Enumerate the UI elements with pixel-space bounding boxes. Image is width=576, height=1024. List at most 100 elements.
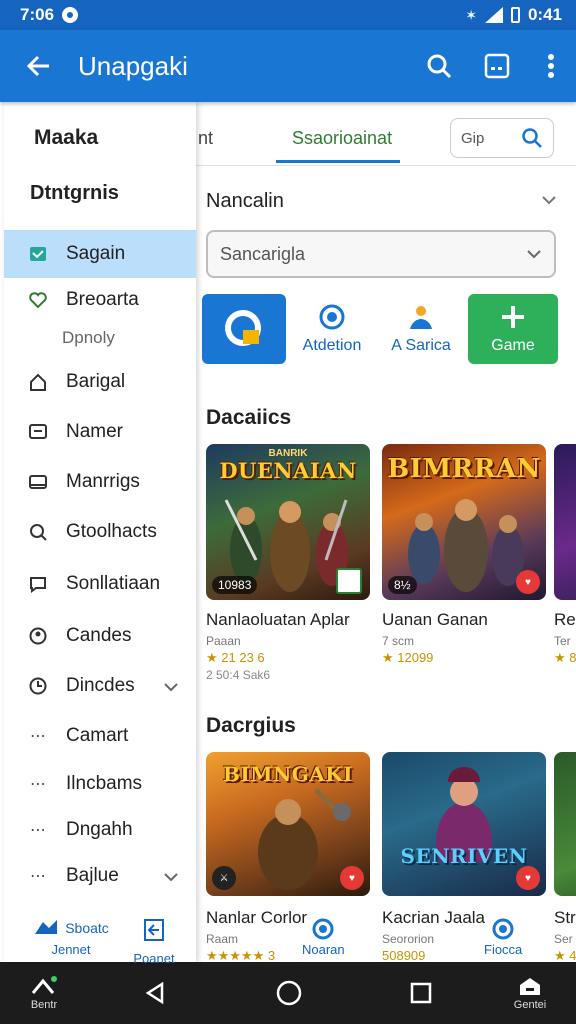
card-rating: ★ 21 23 6: [206, 650, 265, 665]
plus-icon: [502, 306, 524, 328]
game-card[interactable]: Re Ter ★ 8: [554, 444, 576, 666]
people-icon: [410, 306, 432, 329]
game-card[interactable]: BANRIK DUENAIAN 10983 Nanlaoluatan Aplar…: [206, 444, 370, 682]
tab-left[interactable]: nt: [198, 128, 213, 149]
search-button[interactable]: [410, 30, 468, 102]
nav-left-label: Bentr: [30, 999, 58, 1011]
publisher-logo-icon: [336, 568, 362, 594]
nav-left-button[interactable]: Bentr: [16, 962, 72, 1024]
drawer-item-4[interactable]: Manrrigs: [4, 458, 196, 506]
nav-right-label: Gentei: [513, 999, 547, 1011]
back-arrow-icon: [26, 55, 49, 77]
drawer-item-9[interactable]: ⋯ Camart: [4, 712, 196, 760]
nav-home-button[interactable]: [272, 962, 306, 1024]
favorite-icon[interactable]: ♥: [340, 866, 364, 890]
map-icon: [35, 920, 58, 934]
drawer-item-11[interactable]: ⋯ Dngahh: [4, 806, 196, 854]
card-extra: 2 50:4 Sak6: [206, 668, 271, 682]
exit-icon: [144, 919, 164, 941]
drawer-item-12[interactable]: ⋯ Bajlue: [4, 852, 196, 900]
card-title: Nanlar Corlor: [206, 908, 308, 927]
dots-icon: ⋯: [30, 776, 46, 793]
search-plus-icon: [28, 522, 48, 542]
section-b-action-right[interactable]: Fiocca: [484, 918, 522, 957]
drawer-item-5[interactable]: Gtoolhacts: [4, 508, 196, 556]
tab-bar: nt Ssaorioainat Gip: [196, 102, 576, 166]
card-rating: ★★★★★ 3: [206, 948, 276, 962]
drawer-item-7[interactable]: Candes: [4, 612, 196, 660]
drawer-item-10[interactable]: ⋯ Ilncbams: [4, 760, 196, 808]
inbox-icon: [28, 244, 48, 264]
window-button[interactable]: [468, 30, 526, 102]
nav-recents-button[interactable]: [406, 962, 436, 1024]
tab-search-box[interactable]: Gip: [450, 118, 554, 158]
search-refresh-icon: [225, 310, 261, 346]
drawer-item-0[interactable]: Sagain: [4, 230, 196, 278]
recents-square-icon: [410, 982, 432, 1004]
chevron-down-icon: [527, 250, 541, 259]
card-rating: ★ 4: [554, 948, 576, 962]
game-cover-image: [554, 444, 576, 600]
search-icon: [427, 54, 452, 79]
action-label: Fiocca: [484, 942, 523, 957]
game-cover-image: BANRIK DUENAIAN 10983: [206, 444, 370, 600]
quick-action-game[interactable]: Game: [468, 294, 558, 364]
game-cover-image: BIMNGAKI ⚔ ♥: [206, 752, 370, 896]
card-badge: 10983: [212, 576, 258, 594]
dots-icon: ⋯: [30, 868, 46, 885]
card-title: Nanlaoluatan Aplar: [206, 610, 350, 629]
art-title: SENRIVEN: [400, 844, 528, 868]
section-a-title: Dacaiics: [206, 406, 292, 429]
status-time: 7:06: [20, 5, 55, 24]
drawer-footer-left[interactable]: Sboatc Jennet: [26, 918, 116, 957]
heart-icon: [28, 290, 48, 310]
drawer-footer-right[interactable]: Poanet: [114, 918, 194, 966]
filter-dropdown[interactable]: Sancarigla: [206, 230, 556, 278]
game-logo-icon: ⚔: [212, 866, 236, 890]
message-icon: [28, 422, 48, 442]
signal-icon: [484, 7, 503, 23]
drawer-subtitle: Dtntgrnis: [30, 182, 119, 204]
drawer-item-label: Ilncbams: [66, 773, 143, 794]
favorite-icon[interactable]: ♥: [516, 570, 540, 594]
drawer-item-6[interactable]: Sonllatiaan: [4, 560, 196, 608]
game-card[interactable]: Str Ser ★ 4: [554, 752, 576, 962]
game-card[interactable]: BIMNGAKI ⚔ ♥ Nanlar Corlor Raam ★★★★★ 3: [206, 752, 370, 962]
filter-section-title: Nancalin: [206, 190, 284, 212]
back-button[interactable]: [0, 30, 78, 102]
drawer-item-label: Breoarta: [66, 289, 139, 310]
drawer-item-2[interactable]: Barigal: [4, 358, 196, 406]
drawer-item-3[interactable]: Namer: [4, 408, 196, 456]
drawer-item-label: Camart: [66, 725, 129, 746]
chevron-down-icon[interactable]: [164, 676, 178, 698]
drop-icon: [312, 918, 334, 940]
game-card[interactable]: BIMRRAN 8½ ♥ Uanan Ganan 7 scm ★ 12099: [382, 444, 546, 666]
favorite-icon[interactable]: ♥: [516, 866, 540, 890]
tab-active[interactable]: Ssaorioainat: [292, 128, 392, 149]
nav-back-button[interactable]: [140, 962, 170, 1024]
footer-right-bottom: Poanet: [133, 951, 175, 966]
drawer-item-label: Namer: [66, 421, 124, 442]
drawer-item-label: Sagain: [66, 243, 126, 264]
home-shortcut-icon: [31, 976, 57, 994]
nav-right-button[interactable]: Gentei: [500, 962, 560, 1024]
card-title: Str: [554, 908, 576, 927]
drawer-item-1[interactable]: Breoarta: [4, 276, 196, 324]
card-icon: [28, 472, 48, 492]
section-b-action-left[interactable]: Noaran: [302, 918, 345, 957]
art-title: DUENAIAN: [219, 458, 357, 483]
more-button[interactable]: [526, 30, 576, 102]
quick-action-refresh[interactable]: [202, 294, 286, 364]
home-circle-icon: [276, 980, 302, 1006]
chevron-down-icon[interactable]: [164, 866, 178, 888]
quick-action-service[interactable]: A Sarica: [376, 294, 466, 364]
user-icon: [28, 626, 48, 646]
card-title: Re: [554, 610, 576, 629]
quick-action-label: A Sarica: [391, 337, 451, 354]
chevron-down-icon[interactable]: [542, 192, 556, 210]
home-icon: [28, 372, 48, 392]
card-title: Uanan Ganan: [382, 610, 488, 629]
drawer-item-8[interactable]: Dincdes: [4, 662, 196, 710]
quick-action-addition[interactable]: Atdetion: [292, 294, 372, 364]
dots-icon: ⋯: [30, 822, 46, 839]
